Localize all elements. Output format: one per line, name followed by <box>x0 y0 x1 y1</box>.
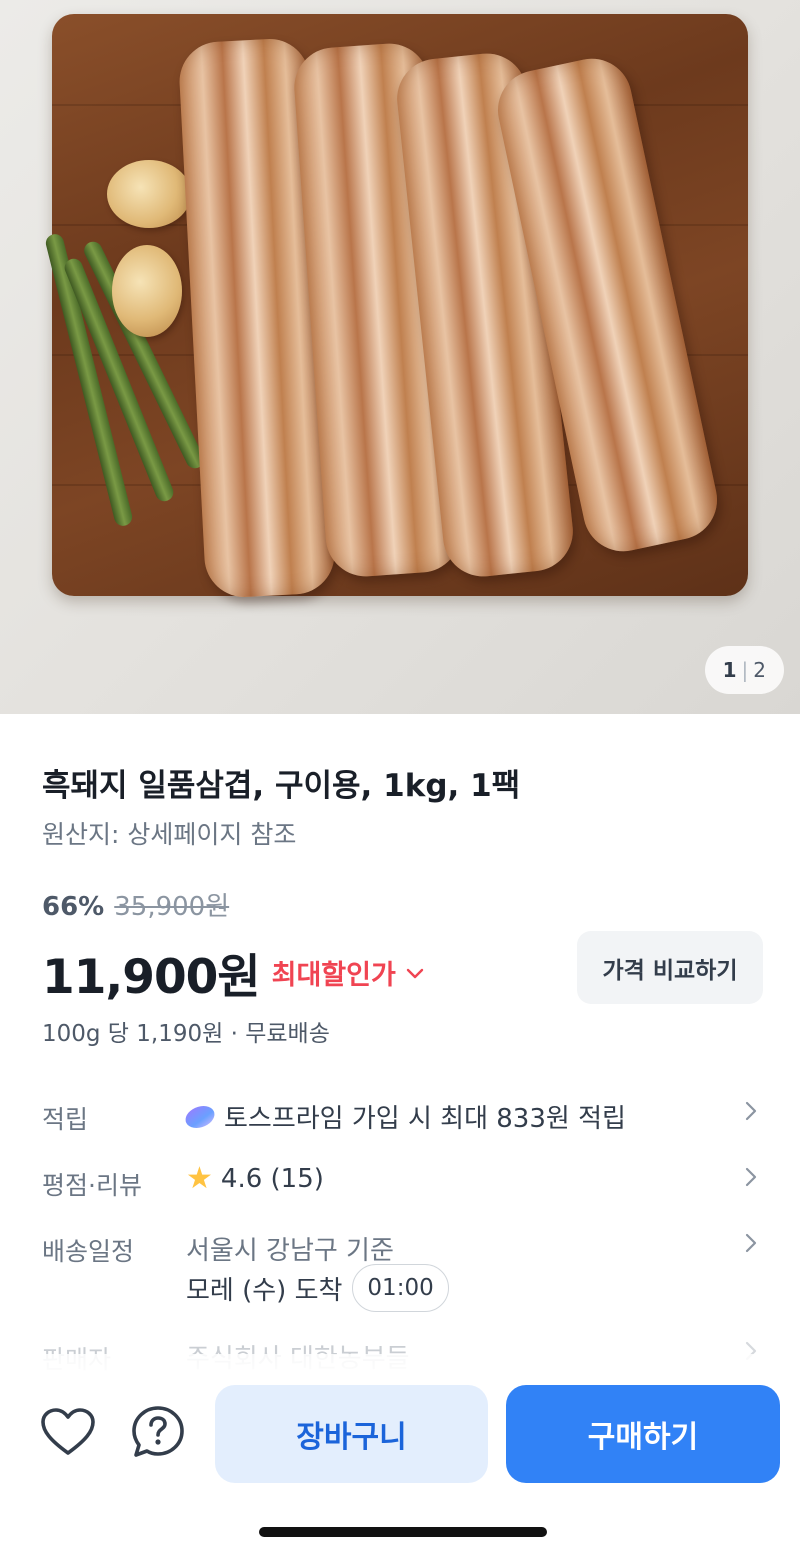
delivery-timer-badge: 01:00 <box>352 1264 449 1312</box>
rating-text: 4.6 (15) <box>220 1164 324 1194</box>
points-label: 적립 <box>42 1105 89 1134</box>
delivery-label: 배송일정 <box>42 1237 135 1266</box>
image-counter-separator: | <box>741 658 749 682</box>
image-page-counter: 1 | 2 <box>704 646 784 694</box>
buy-now-button[interactable]: 구매하기 <box>506 1385 780 1483</box>
delivery-eta-text: 모레 (수) 도착 <box>186 1275 343 1306</box>
delivery-row[interactable]: 배송일정 서울시 강남구 기준 모레 (수) 도착 01:00 <box>0 1230 800 1320</box>
chevron-right-icon <box>744 1166 758 1194</box>
product-title: 흑돼지 일품삼겹, 구이용, 1kg, 1팩 <box>42 768 521 804</box>
chevron-down-icon <box>406 961 424 985</box>
original-price: 35,900원 <box>114 892 230 922</box>
home-indicator <box>259 1527 547 1537</box>
price-row: 11,900원 최대할인가 <box>42 938 424 1007</box>
inquiry-button[interactable] <box>128 1404 188 1464</box>
garlic-image <box>112 245 182 337</box>
rating-value: ★ 4.6 (15) <box>186 1161 324 1196</box>
garlic-image <box>107 160 191 228</box>
points-value: 토스프라임 가입 시 최대 833원 적립 <box>182 1098 626 1135</box>
product-image-gallery[interactable]: 1 | 2 <box>0 0 800 714</box>
sale-price: 11,900원 <box>42 950 261 1005</box>
rating-row[interactable]: 평점·리뷰 ★ 4.6 (15) <box>0 1164 800 1204</box>
chevron-right-icon <box>744 1100 758 1128</box>
price-compare-button[interactable]: 가격 비교하기 <box>577 931 763 1004</box>
max-discount-toggle[interactable]: 최대할인가 <box>272 953 424 992</box>
delivery-region: 서울시 강남구 기준 <box>186 1236 394 1266</box>
discount-rate: 66% <box>42 892 105 922</box>
points-text: 토스프라임 가입 시 최대 833원 적립 <box>224 1104 626 1134</box>
heart-icon <box>40 1407 96 1461</box>
unit-price-shipping: 100g 당 1,190원 · 무료배송 <box>42 1021 330 1047</box>
delivery-eta: 모레 (수) 도착 01:00 <box>186 1264 449 1312</box>
points-row[interactable]: 적립 토스프라임 가입 시 최대 833원 적립 <box>0 1098 800 1138</box>
wishlist-button[interactable] <box>38 1404 98 1464</box>
product-origin: 원산지: 상세페이지 참조 <box>42 820 297 849</box>
max-discount-label: 최대할인가 <box>271 960 396 991</box>
discount-row: 66% 35,900원 <box>42 886 229 923</box>
add-to-cart-button[interactable]: 장바구니 <box>215 1385 488 1483</box>
chevron-right-icon <box>744 1232 758 1260</box>
image-total-count: 2 <box>753 658 766 682</box>
toss-prime-icon <box>182 1105 218 1128</box>
star-icon: ★ <box>186 1161 213 1196</box>
image-current-index: 1 <box>722 658 737 682</box>
rating-label: 평점·리뷰 <box>42 1171 142 1200</box>
question-icon <box>130 1404 186 1464</box>
